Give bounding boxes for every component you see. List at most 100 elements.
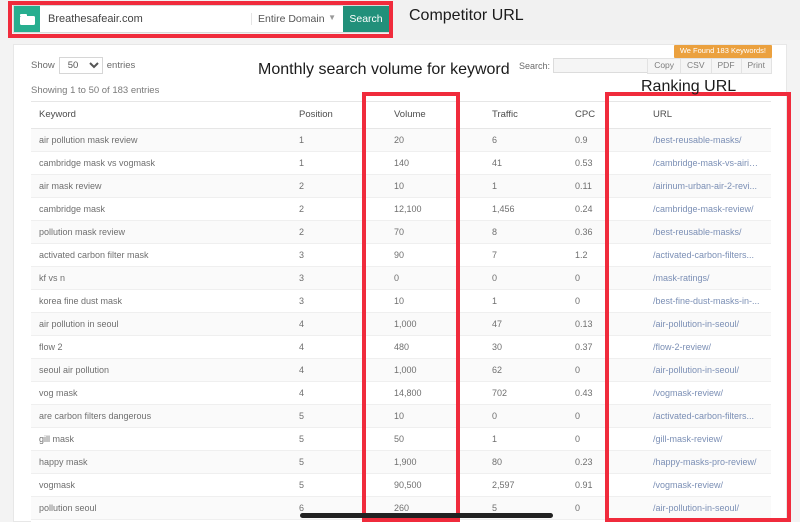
cell-url[interactable]: /activated-carbon-filters... bbox=[645, 243, 771, 267]
cell-volume: 10 bbox=[386, 174, 484, 198]
cell-url[interactable]: /air-pollution-in-seoul/ bbox=[645, 496, 771, 520]
search-button[interactable]: Search bbox=[343, 6, 389, 32]
copy-button[interactable]: Copy bbox=[647, 58, 682, 74]
cell-cpc: 0 bbox=[567, 496, 645, 520]
domain-search-widget: Entire Domain ▼ Search bbox=[13, 5, 390, 33]
table-row[interactable]: air pollution in seoul 4 1,000 47 0.13/air-p… bbox=[31, 312, 771, 336]
cell-cpc: 0.11 bbox=[567, 174, 645, 198]
cell-volume: 140 bbox=[386, 151, 484, 175]
cell-keyword: gill mask bbox=[31, 427, 291, 451]
page-root: Entire Domain ▼ Search Show 50 entries S… bbox=[0, 0, 800, 522]
cell-position: 4 bbox=[291, 335, 386, 359]
cell-url[interactable]: /airinum-urban-air-2-revi... bbox=[645, 174, 771, 198]
print-button[interactable]: Print bbox=[741, 58, 772, 74]
column-header-traffic[interactable]: Traffic bbox=[484, 101, 567, 129]
cell-keyword: vog mask bbox=[31, 381, 291, 405]
table-row[interactable]: pollution mask review 2 70 8 0.36/best-reusa… bbox=[31, 220, 771, 244]
table-row[interactable]: happy mask 5 1,900 80 0.23/happy-masks-pro-r… bbox=[31, 450, 771, 474]
cell-url[interactable]: /activated-carbon-filters... bbox=[645, 404, 771, 428]
cell-keyword: flow 2 bbox=[31, 335, 291, 359]
cell-keyword: cambridge mask bbox=[31, 197, 291, 221]
table-row[interactable]: korea fine dust mask 3 10 1 0/best-fine-dust… bbox=[31, 289, 771, 313]
table-row[interactable]: are carbon filters dangerous 5 10 0 0/activa… bbox=[31, 404, 771, 428]
horizontal-scrollbar[interactable] bbox=[300, 513, 553, 518]
table-row[interactable]: kf vs n 3 0 0 0/mask-ratings/ bbox=[31, 266, 771, 290]
cell-url[interactable]: /vogmask-review/ bbox=[645, 381, 771, 405]
cell-url[interactable]: /happy-masks-pro-review/ bbox=[645, 450, 771, 474]
search-input[interactable] bbox=[553, 58, 651, 73]
cell-keyword: activated carbon filter mask bbox=[31, 243, 291, 267]
cell-position: 4 bbox=[291, 381, 386, 405]
cell-traffic: 2,597 bbox=[484, 473, 567, 497]
keyword-table-scroll[interactable]: Keyword Position Volume Traffic CPC URL … bbox=[31, 101, 771, 522]
column-header-cpc[interactable]: CPC bbox=[567, 101, 645, 129]
cell-url[interactable]: /flow-2-review/ bbox=[645, 335, 771, 359]
cell-keyword: air pollution mask review bbox=[31, 128, 291, 152]
cell-cpc: 0 bbox=[567, 404, 645, 428]
table-row[interactable]: activated carbon filter mask 3 90 7 1.2/acti… bbox=[31, 243, 771, 267]
table-row[interactable]: vogmask 5 90,500 2,597 0.91/vogmask-review/ bbox=[31, 473, 771, 497]
column-header-keyword[interactable]: Keyword bbox=[31, 101, 291, 129]
cell-position: 2 bbox=[291, 197, 386, 221]
cell-url[interactable]: /best-reusable-masks/ bbox=[645, 220, 771, 244]
scope-select[interactable]: Entire Domain bbox=[251, 13, 343, 25]
entries-select[interactable]: 50 bbox=[58, 57, 103, 74]
cell-cpc: 0 bbox=[567, 266, 645, 290]
table-row[interactable]: air mask review 2 10 1 0.11/airinum-urban-ai… bbox=[31, 174, 771, 198]
column-header-position[interactable]: Position bbox=[291, 101, 386, 129]
cell-keyword: air mask review bbox=[31, 174, 291, 198]
pdf-button[interactable]: PDF bbox=[711, 58, 742, 74]
column-header-volume[interactable]: Volume bbox=[386, 101, 484, 129]
keyword-table-panel: Show 50 entries Showing 1 to 50 of 183 e… bbox=[13, 44, 787, 522]
cell-url[interactable]: /air-pollution-in-seoul/ bbox=[645, 358, 771, 382]
keyword-table: Keyword Position Volume Traffic CPC URL … bbox=[31, 101, 771, 522]
cell-url[interactable]: /gill-mask-review/ bbox=[645, 427, 771, 451]
column-header-url[interactable]: URL bbox=[645, 101, 771, 129]
cell-url[interactable]: /cambridge-mask-vs-airinu... bbox=[645, 151, 771, 175]
table-row[interactable]: flow 2 4 480 30 0.37/flow-2-review/ bbox=[31, 335, 771, 359]
cell-position: 3 bbox=[291, 243, 386, 267]
cell-url[interactable]: /air-pollution-in-seoul/ bbox=[645, 312, 771, 336]
cell-cpc: 0.37 bbox=[567, 335, 645, 359]
cell-cpc: 0.53 bbox=[567, 151, 645, 175]
folder-icon[interactable] bbox=[14, 6, 40, 32]
table-row[interactable]: seoul air pollution 4 1,000 62 0/air-polluti… bbox=[31, 358, 771, 382]
cell-cpc: 0.91 bbox=[567, 473, 645, 497]
cell-volume: 10 bbox=[386, 404, 484, 428]
table-body: air pollution mask review 1 20 6 0.9/best-re… bbox=[31, 128, 771, 522]
cell-traffic: 1 bbox=[484, 427, 567, 451]
table-header-row: Keyword Position Volume Traffic CPC URL bbox=[31, 101, 771, 129]
cell-position: 5 bbox=[291, 404, 386, 428]
cell-traffic: 1,456 bbox=[484, 197, 567, 221]
cell-cpc: 0.43 bbox=[567, 381, 645, 405]
cell-url[interactable]: /best-reusable-masks/ bbox=[645, 128, 771, 152]
cell-url[interactable]: /best-fine-dust-masks-in-... bbox=[645, 289, 771, 313]
cell-url[interactable]: /mask-ratings/ bbox=[645, 266, 771, 290]
table-row[interactable]: air pollution mask review 1 20 6 0.9/best-re… bbox=[31, 128, 771, 152]
cell-volume: 20 bbox=[386, 128, 484, 152]
cell-position: 2 bbox=[291, 174, 386, 198]
cell-position: 5 bbox=[291, 427, 386, 451]
cell-traffic: 8 bbox=[484, 220, 567, 244]
cell-keyword: pollution mask review bbox=[31, 220, 291, 244]
cell-position: 1 bbox=[291, 128, 386, 152]
table-row[interactable]: cambridge mask 2 12,100 1,456 0.24/cambridge… bbox=[31, 197, 771, 221]
cell-keyword: are carbon filters dangerous bbox=[31, 404, 291, 428]
table-row[interactable]: gill mask 5 50 1 0/gill-mask-review/ bbox=[31, 427, 771, 451]
cell-keyword: cambridge mask vs vogmask bbox=[31, 151, 291, 175]
table-row[interactable]: cambridge mask vs vogmask 1 140 41 0.53/camb… bbox=[31, 151, 771, 175]
table-row[interactable]: vog mask 4 14,800 702 0.43/vogmask-review/ bbox=[31, 381, 771, 405]
cell-url[interactable]: /cambridge-mask-review/ bbox=[645, 197, 771, 221]
cell-volume: 90,500 bbox=[386, 473, 484, 497]
cell-url[interactable]: /vogmask-review/ bbox=[645, 473, 771, 497]
cell-traffic: 0 bbox=[484, 266, 567, 290]
annotation-label-competitor-url: Competitor URL bbox=[409, 7, 524, 24]
cell-keyword: vogmask bbox=[31, 473, 291, 497]
csv-button[interactable]: CSV bbox=[681, 58, 712, 74]
cell-traffic: 41 bbox=[484, 151, 567, 175]
top-search-bar: Entire Domain ▼ Search bbox=[0, 0, 800, 40]
cell-position: 5 bbox=[291, 473, 386, 497]
cell-cpc: 0.23 bbox=[567, 450, 645, 474]
cell-volume: 0 bbox=[386, 266, 484, 290]
domain-input[interactable] bbox=[40, 6, 251, 32]
